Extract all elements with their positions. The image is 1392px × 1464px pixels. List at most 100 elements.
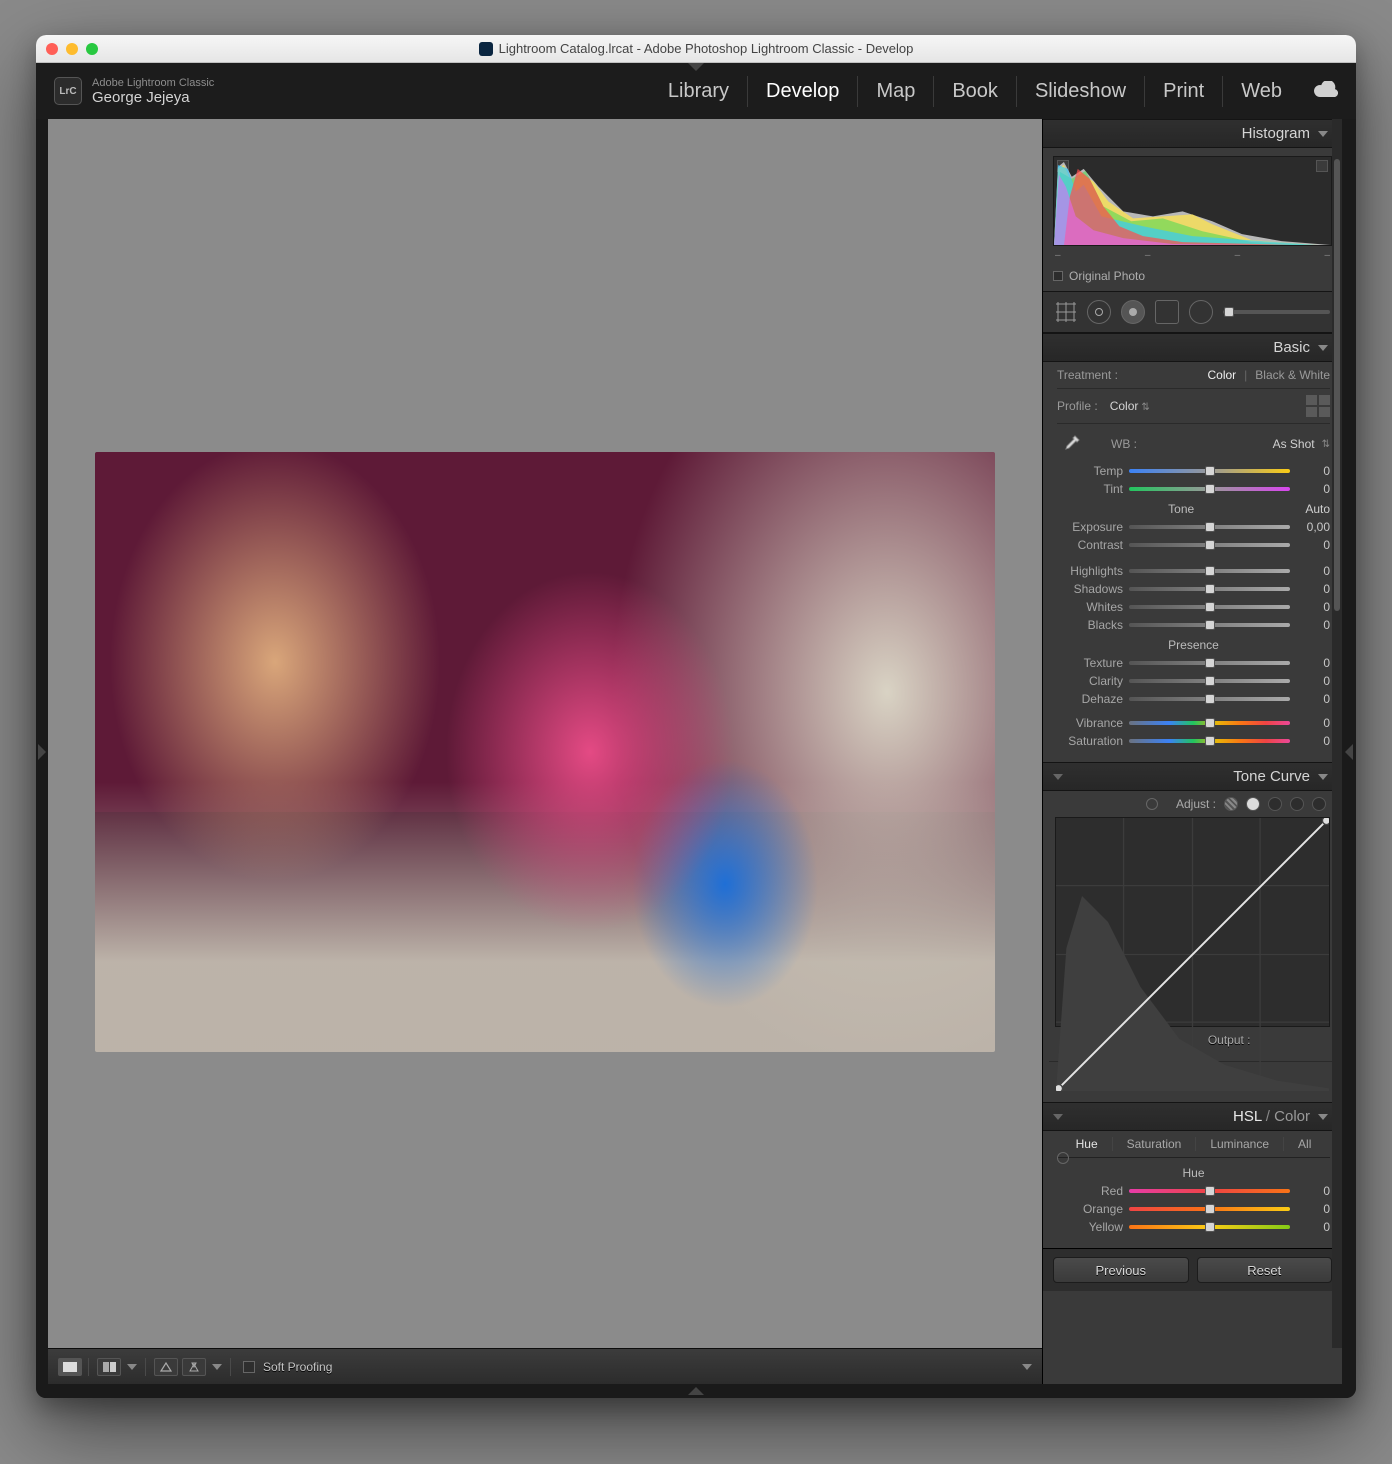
curve-channel-parametric[interactable] bbox=[1224, 797, 1238, 811]
hue-yellow-slider[interactable] bbox=[1129, 1225, 1290, 1229]
right-panel-scrollbar[interactable] bbox=[1332, 119, 1342, 1348]
window-minimize-button[interactable] bbox=[66, 43, 78, 55]
wb-eyedropper-tool[interactable] bbox=[1057, 430, 1085, 458]
reset-button[interactable]: Reset bbox=[1197, 1257, 1333, 1283]
exposure-label: Exposure bbox=[1057, 520, 1123, 534]
loupe-view-button[interactable] bbox=[58, 1358, 82, 1376]
module-book[interactable]: Book bbox=[934, 76, 1017, 107]
hue-yellow-value[interactable]: 0 bbox=[1296, 1220, 1330, 1234]
collapse-icon bbox=[1318, 131, 1328, 137]
profile-browser-button[interactable] bbox=[1306, 395, 1330, 417]
saturation-value[interactable]: 0 bbox=[1296, 734, 1330, 748]
before-after-menu[interactable] bbox=[125, 1358, 139, 1376]
treatment-color[interactable]: Color bbox=[1207, 368, 1236, 382]
hsl-tab-hue[interactable]: Hue bbox=[1062, 1137, 1113, 1151]
contrast-slider[interactable] bbox=[1129, 543, 1290, 547]
copy-settings-button[interactable] bbox=[154, 1358, 178, 1376]
temp-value[interactable]: 0 bbox=[1296, 464, 1330, 478]
hue-orange-slider[interactable] bbox=[1129, 1207, 1290, 1211]
panel-header-histogram[interactable]: Histogram bbox=[1043, 119, 1342, 148]
module-develop[interactable]: Develop bbox=[748, 76, 858, 107]
radial-filter-tool[interactable] bbox=[1189, 300, 1213, 324]
temp-slider[interactable] bbox=[1129, 469, 1290, 473]
module-print[interactable]: Print bbox=[1145, 76, 1223, 107]
hsl-target-adjust[interactable] bbox=[1057, 1152, 1069, 1164]
clarity-value[interactable]: 0 bbox=[1296, 674, 1330, 688]
shadows-slider[interactable] bbox=[1129, 587, 1290, 591]
curve-channel-green[interactable] bbox=[1290, 797, 1304, 811]
right-panel-toggle[interactable] bbox=[1342, 119, 1356, 1384]
saturation-slider[interactable] bbox=[1129, 739, 1290, 743]
hue-orange-value[interactable]: 0 bbox=[1296, 1202, 1330, 1216]
previous-button[interactable]: Previous bbox=[1053, 1257, 1189, 1283]
crop-tool[interactable] bbox=[1055, 301, 1077, 323]
hue-red-value[interactable]: 0 bbox=[1296, 1184, 1330, 1198]
panel-switch-icon[interactable] bbox=[1053, 1114, 1063, 1120]
exposure-slider[interactable] bbox=[1129, 525, 1290, 529]
before-after-lr-button[interactable] bbox=[97, 1358, 121, 1376]
blacks-value[interactable]: 0 bbox=[1296, 618, 1330, 632]
vibrance-value[interactable]: 0 bbox=[1296, 716, 1330, 730]
shadows-value[interactable]: 0 bbox=[1296, 582, 1330, 596]
dehaze-value[interactable]: 0 bbox=[1296, 692, 1330, 706]
spot-removal-tool[interactable] bbox=[1087, 300, 1111, 324]
blacks-slider[interactable] bbox=[1129, 623, 1290, 627]
module-web[interactable]: Web bbox=[1223, 76, 1300, 107]
graduated-filter-tool[interactable] bbox=[1155, 300, 1179, 324]
module-map[interactable]: Map bbox=[858, 76, 934, 107]
left-panel-collapsed[interactable] bbox=[36, 119, 48, 1384]
panel-header-tonecurve[interactable]: Tone Curve bbox=[1043, 762, 1342, 791]
window-close-button[interactable] bbox=[46, 43, 58, 55]
panel-header-hsl[interactable]: HSL / Color bbox=[1043, 1102, 1342, 1131]
curve-channel-luminance[interactable] bbox=[1246, 797, 1260, 811]
swap-settings-button[interactable] bbox=[182, 1358, 206, 1376]
hsl-tab-luminance[interactable]: Luminance bbox=[1196, 1137, 1284, 1151]
app-header: LrC Adobe Lightroom Classic George Jejey… bbox=[36, 63, 1356, 119]
tint-slider[interactable] bbox=[1129, 487, 1290, 491]
hue-red-slider[interactable] bbox=[1129, 1189, 1290, 1193]
module-slideshow[interactable]: Slideshow bbox=[1017, 76, 1145, 107]
histogram-display[interactable] bbox=[1053, 156, 1332, 246]
wb-label: WB : bbox=[1111, 437, 1137, 451]
redeye-tool[interactable] bbox=[1121, 300, 1145, 324]
window-zoom-button[interactable] bbox=[86, 43, 98, 55]
texture-slider[interactable] bbox=[1129, 661, 1290, 665]
copy-swap-menu[interactable] bbox=[210, 1358, 224, 1376]
tint-value[interactable]: 0 bbox=[1296, 482, 1330, 496]
texture-value[interactable]: 0 bbox=[1296, 656, 1330, 670]
panel-header-basic[interactable]: Basic bbox=[1043, 333, 1342, 362]
panel-switch-icon[interactable] bbox=[1053, 774, 1063, 780]
highlights-value[interactable]: 0 bbox=[1296, 564, 1330, 578]
module-library[interactable]: Library bbox=[650, 76, 748, 107]
contrast-value[interactable]: 0 bbox=[1296, 538, 1330, 552]
curve-channel-blue[interactable] bbox=[1312, 797, 1326, 811]
curve-target-adjust[interactable] bbox=[1146, 798, 1158, 810]
original-photo-checkbox[interactable] bbox=[1053, 271, 1063, 281]
clarity-slider[interactable] bbox=[1129, 679, 1290, 683]
hsl-tab-all[interactable]: All bbox=[1284, 1137, 1325, 1151]
cloud-sync-icon[interactable] bbox=[1314, 81, 1338, 102]
whites-slider[interactable] bbox=[1129, 605, 1290, 609]
profile-select[interactable]: Color bbox=[1110, 399, 1150, 413]
right-panels: Histogram –––– bbox=[1042, 119, 1342, 1384]
vibrance-slider[interactable] bbox=[1129, 721, 1290, 725]
curve-channel-red[interactable] bbox=[1268, 797, 1282, 811]
tint-label: Tint bbox=[1057, 482, 1123, 496]
hsl-tab-saturation[interactable]: Saturation bbox=[1113, 1137, 1197, 1151]
identity-plate[interactable]: LrC Adobe Lightroom Classic George Jejey… bbox=[54, 77, 214, 106]
toolbar-menu[interactable] bbox=[1022, 1364, 1032, 1370]
wb-select[interactable]: As Shot bbox=[1273, 437, 1330, 451]
hue-red-label: Red bbox=[1057, 1184, 1123, 1198]
treatment-bw[interactable]: Black & White bbox=[1255, 368, 1330, 382]
exposure-value[interactable]: 0,00 bbox=[1296, 520, 1330, 534]
mask-slider[interactable] bbox=[1223, 310, 1330, 314]
whites-value[interactable]: 0 bbox=[1296, 600, 1330, 614]
preview-image[interactable] bbox=[95, 452, 995, 1052]
filmstrip-collapsed[interactable] bbox=[36, 1384, 1356, 1398]
soft-proofing-checkbox[interactable] bbox=[243, 1361, 255, 1373]
original-photo-label: Original Photo bbox=[1069, 269, 1145, 283]
tone-curve-editor[interactable] bbox=[1055, 817, 1330, 1027]
dehaze-slider[interactable] bbox=[1129, 697, 1290, 701]
highlights-slider[interactable] bbox=[1129, 569, 1290, 573]
auto-tone-button[interactable]: Auto bbox=[1305, 502, 1330, 516]
